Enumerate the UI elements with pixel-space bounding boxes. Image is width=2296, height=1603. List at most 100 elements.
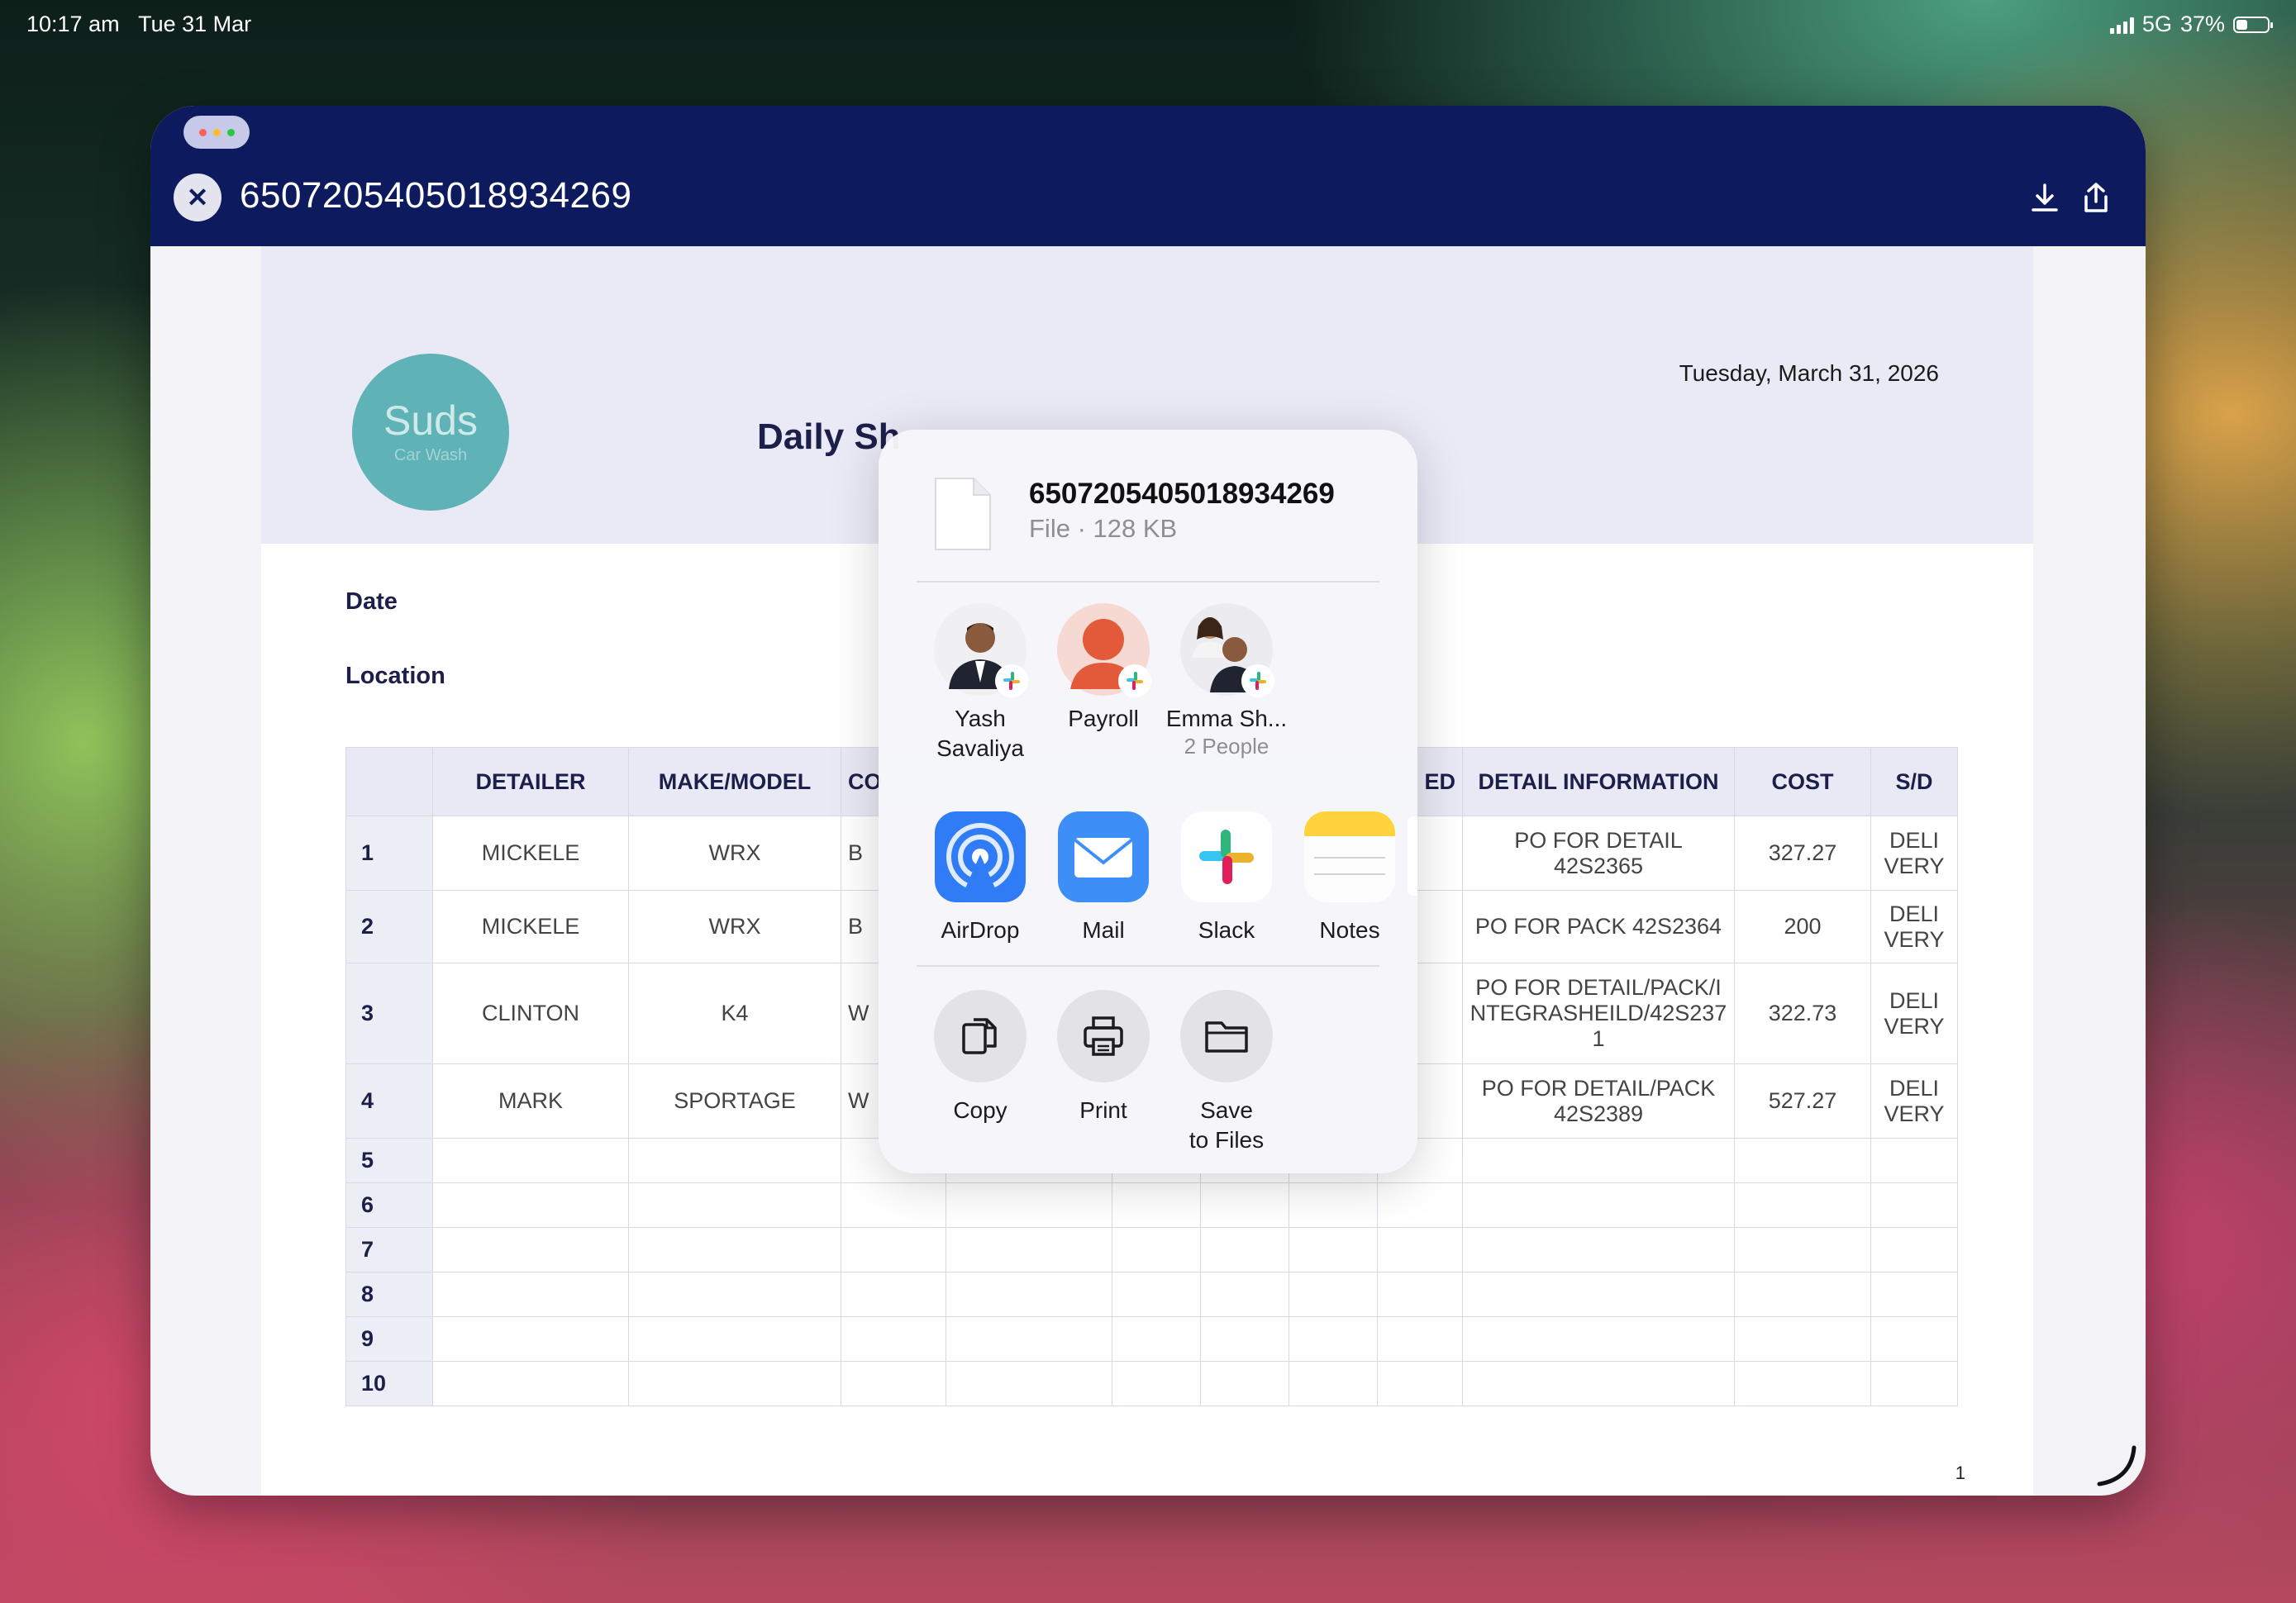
table-row: 10 bbox=[345, 1361, 1958, 1406]
file-icon bbox=[935, 478, 991, 550]
cell-make-model: WRX bbox=[628, 890, 841, 963]
share-app-slack[interactable]: Slack bbox=[1165, 811, 1289, 944]
mail-icon bbox=[1058, 811, 1149, 902]
window-controls[interactable] bbox=[183, 116, 250, 149]
file-meta: File · 128 KB bbox=[1029, 514, 1178, 543]
logo-subtext: Car Wash bbox=[393, 446, 468, 464]
column-header: S/D bbox=[1870, 747, 1958, 816]
dot-icon bbox=[226, 128, 235, 136]
location-label: Location bbox=[345, 663, 445, 689]
person-subtitle: 2 People bbox=[1184, 734, 1269, 759]
copy-button[interactable]: Copy bbox=[918, 990, 1042, 1125]
row-number: 4 bbox=[345, 1063, 433, 1139]
divider bbox=[917, 581, 1379, 583]
cell-make-model: WRX bbox=[628, 816, 841, 891]
save-to-files-button[interactable]: Save to Files bbox=[1165, 990, 1289, 1155]
column-header: DETAIL INFORMATION bbox=[1462, 747, 1735, 816]
cell-cost: 327.27 bbox=[1734, 816, 1871, 891]
close-button[interactable]: ✕ bbox=[174, 174, 222, 221]
slack-icon bbox=[1241, 664, 1274, 697]
slack-icon bbox=[995, 664, 1028, 697]
row-number: 6 bbox=[345, 1182, 433, 1228]
company-logo: Suds Car Wash bbox=[352, 354, 509, 511]
dot-icon bbox=[198, 128, 207, 136]
app-label: Notes bbox=[1319, 917, 1380, 943]
cell-detail-info: PO FOR DETAIL 42S2365 bbox=[1462, 816, 1735, 891]
print-button[interactable]: Print bbox=[1041, 990, 1165, 1125]
cell-detail-info: PO FOR DETAIL/PACK/INTEGRASHEILD/42S2371 bbox=[1462, 963, 1735, 1064]
window-title: 6507205405018934269 bbox=[240, 175, 632, 216]
slack-icon bbox=[1181, 811, 1272, 902]
row-number: 8 bbox=[345, 1272, 433, 1317]
share-app-mail[interactable]: Mail bbox=[1041, 811, 1165, 944]
table-row: 6 bbox=[345, 1182, 1958, 1228]
resize-handle-icon[interactable] bbox=[2091, 1441, 2141, 1491]
person-name: Payroll bbox=[1068, 706, 1139, 731]
cell-detailer: MARK bbox=[432, 1063, 629, 1139]
cell-cost: 527.27 bbox=[1734, 1063, 1871, 1139]
cell-make-model: K4 bbox=[628, 963, 841, 1064]
close-icon: ✕ bbox=[186, 183, 209, 212]
clock-time: 10:17 am bbox=[26, 12, 120, 36]
title-bar: ✕ 6507205405018934269 bbox=[150, 106, 2146, 246]
action-label: Print bbox=[1079, 1097, 1127, 1123]
battery-percent: 37% bbox=[2179, 12, 2225, 36]
avatar bbox=[1180, 603, 1274, 697]
avatar bbox=[1057, 603, 1151, 697]
table-row: 8 bbox=[345, 1272, 1958, 1317]
app-label: Mail bbox=[1082, 917, 1125, 943]
notes-icon bbox=[1304, 811, 1395, 902]
row-number: 2 bbox=[345, 890, 433, 963]
slack-icon bbox=[1118, 664, 1151, 697]
cell-sd: DELI VERY bbox=[1870, 1063, 1958, 1139]
person-name: Emma Sh... bbox=[1165, 706, 1288, 731]
logo-text: Suds bbox=[383, 397, 478, 444]
column-header: MAKE/MODEL bbox=[628, 747, 841, 816]
battery-icon bbox=[2233, 16, 2273, 33]
row-number: 3 bbox=[345, 963, 433, 1064]
cell-make-model: SPORTAGE bbox=[628, 1063, 841, 1139]
signal-icon bbox=[2109, 16, 2134, 34]
avatar bbox=[934, 603, 1028, 697]
status-time: 10:17 am Tue 31 Mar bbox=[26, 12, 251, 37]
table-row: 9 bbox=[345, 1316, 1958, 1362]
share-person-emma[interactable]: Emma Sh... 2 People bbox=[1165, 603, 1289, 759]
app-label: AirDrop bbox=[941, 917, 1020, 943]
column-header: DETAILER bbox=[432, 747, 629, 816]
cell-sd: DELI VERY bbox=[1870, 890, 1958, 963]
date-label: Date bbox=[345, 588, 398, 615]
cell-detailer: MICKELE bbox=[432, 816, 629, 891]
cell-detail-info: PO FOR DETAIL/PACK 42S2389 bbox=[1462, 1063, 1735, 1139]
status-indicators: 5G 37% bbox=[2109, 12, 2273, 37]
share-app-airdrop[interactable]: AirDrop bbox=[918, 811, 1042, 944]
network-label: 5G bbox=[2141, 12, 2172, 36]
action-label: Save to Files bbox=[1188, 1097, 1265, 1153]
folder-icon bbox=[1180, 990, 1273, 1082]
divider bbox=[917, 965, 1379, 967]
share-icon[interactable] bbox=[2079, 182, 2113, 215]
cell-cost: 200 bbox=[1734, 890, 1871, 963]
cell-sd: DELI VERY bbox=[1870, 816, 1958, 891]
more-apps-peek[interactable] bbox=[1408, 816, 1417, 896]
printer-icon bbox=[1057, 990, 1150, 1082]
row-number: 9 bbox=[345, 1316, 433, 1362]
airdrop-icon bbox=[935, 811, 1026, 902]
cell-detail-info: PO FOR PACK 42S2364 bbox=[1462, 890, 1735, 963]
dot-icon bbox=[212, 128, 221, 136]
action-label: Copy bbox=[953, 1097, 1007, 1123]
app-label: Slack bbox=[1198, 917, 1255, 943]
download-icon[interactable] bbox=[2028, 182, 2061, 215]
share-person-payroll[interactable]: Payroll bbox=[1041, 603, 1165, 734]
share-person-yash[interactable]: Yash Savaliya bbox=[918, 603, 1042, 763]
page-number: 1 bbox=[1955, 1463, 1965, 1483]
table-row: 7 bbox=[345, 1227, 1958, 1272]
share-app-notes[interactable]: Notes bbox=[1288, 811, 1412, 944]
share-sheet: 6507205405018934269 File · 128 KB Yash Sa… bbox=[879, 430, 1417, 1173]
copy-icon bbox=[934, 990, 1027, 1082]
column-header bbox=[345, 747, 433, 816]
row-number: 5 bbox=[345, 1138, 433, 1183]
file-name: 6507205405018934269 bbox=[1029, 478, 1335, 510]
row-number: 10 bbox=[345, 1361, 433, 1406]
cell-sd: DELI VERY bbox=[1870, 963, 1958, 1064]
row-number: 7 bbox=[345, 1227, 433, 1272]
